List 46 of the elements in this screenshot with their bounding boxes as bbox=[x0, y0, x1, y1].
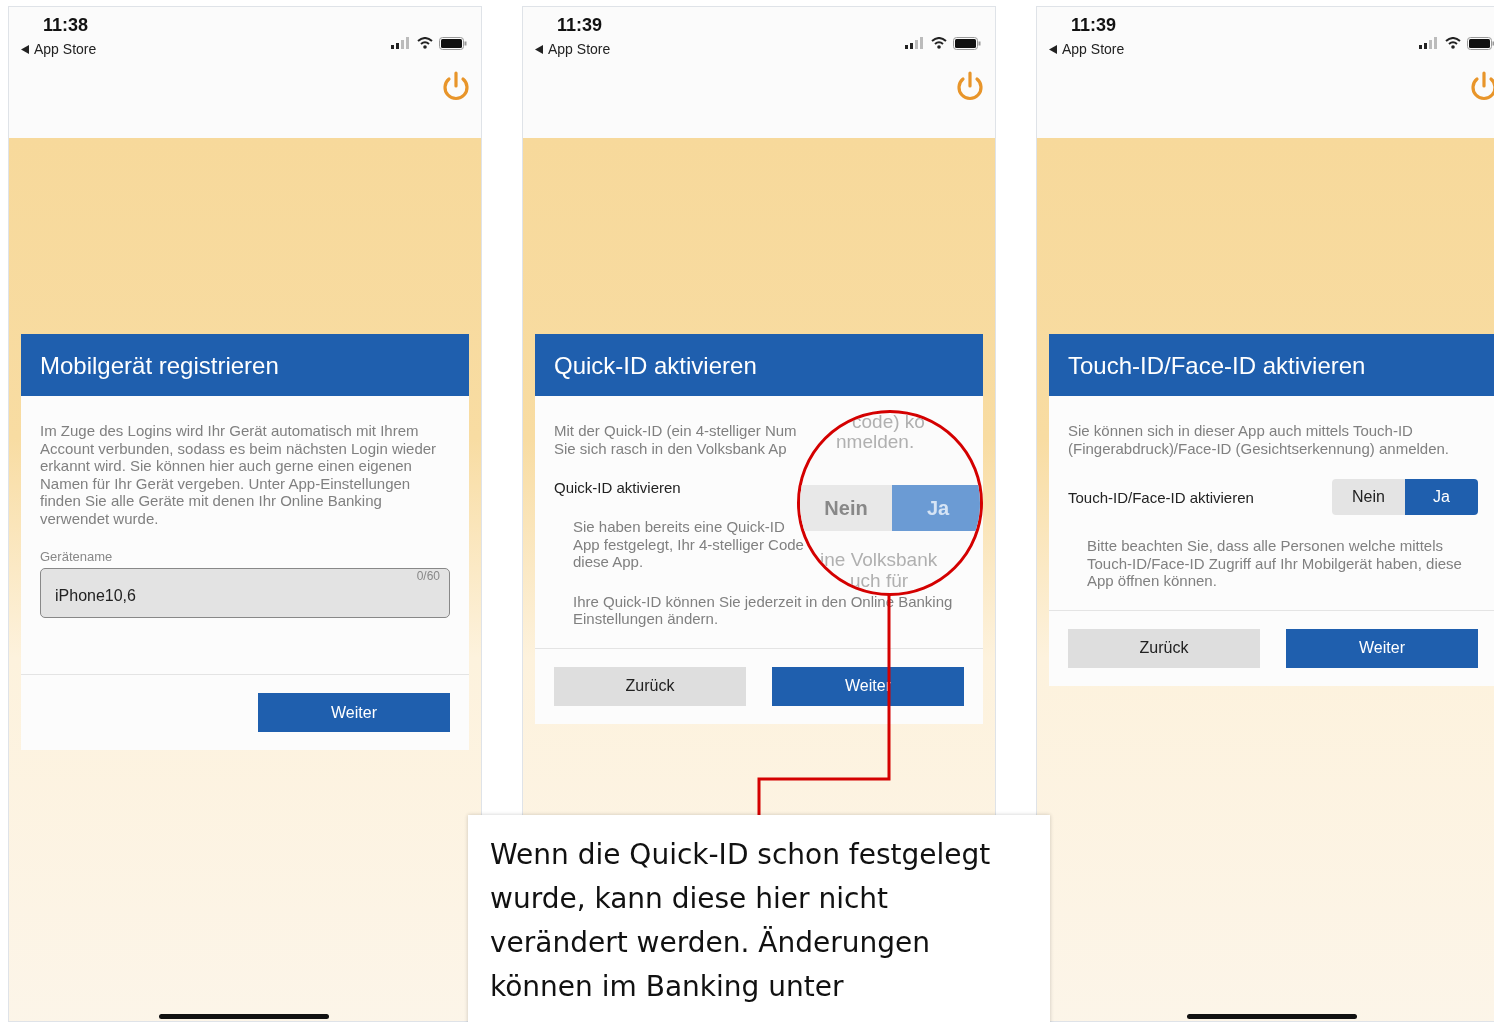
power-icon bbox=[955, 71, 985, 103]
status-time: 11:39 bbox=[557, 15, 604, 36]
callout-text: Wenn die Quick-ID schon festgelegt wurde, kann diese hier nicht verändert werden. Änderungen können im Banking unter bbox=[468, 815, 1050, 1022]
wifi-icon bbox=[417, 37, 433, 49]
character-counter: 0/60 bbox=[416, 569, 440, 583]
power-icon bbox=[1469, 71, 1494, 103]
description-text: Mit der Quick-ID (ein 4-stelliger Num bbox=[554, 422, 797, 440]
note-text: diese App. bbox=[573, 553, 644, 571]
note-text: Sie haben bereits eine Quick-ID bbox=[573, 518, 785, 536]
next-button[interactable]: Weiter bbox=[258, 693, 450, 732]
wifi-icon bbox=[931, 37, 947, 49]
wifi-icon bbox=[1445, 37, 1461, 49]
back-link[interactable]: App Store bbox=[1049, 41, 1125, 57]
signal-icon bbox=[905, 37, 925, 49]
field-label: Gerätename bbox=[40, 549, 114, 564]
back-button[interactable]: Zurück bbox=[1068, 628, 1260, 668]
magnified-text: uch für bbox=[850, 570, 909, 592]
magnified-text: nmelden. bbox=[836, 431, 915, 453]
toggle-option[interactable]: Ja bbox=[1405, 479, 1478, 515]
status-time: 11:38 bbox=[43, 15, 90, 36]
dialog-title: Quick-ID aktivieren bbox=[535, 334, 983, 396]
description-text: Sie sich rasch in den Volksbank Ap bbox=[554, 439, 787, 457]
toggle-option[interactable]: Nein bbox=[1332, 479, 1405, 515]
back-link[interactable]: App Store bbox=[21, 41, 97, 57]
status-time: 11:39 bbox=[1071, 15, 1118, 36]
battery-icon bbox=[439, 36, 467, 50]
signal-icon bbox=[1419, 37, 1439, 49]
note-text: Bitte beachten Sie, dass alle Personen welche mittels Touch-ID/Face-ID Zugriff auf Ihr Mobilgerät haben, diese App öffnen können. bbox=[1086, 537, 1463, 590]
power-icon bbox=[441, 71, 471, 103]
back-arrow-icon bbox=[1049, 44, 1057, 54]
toggle-label: Quick-ID aktivieren bbox=[554, 479, 681, 496]
battery-icon bbox=[1467, 36, 1494, 50]
next-button[interactable]: Weiter bbox=[1286, 628, 1478, 668]
back-arrow-icon bbox=[21, 44, 29, 54]
magnified-text: code) ko bbox=[852, 413, 925, 433]
dialog-title: Touch-ID/Face-ID aktivieren bbox=[1049, 334, 1494, 396]
description-text: Sie können sich in dieser App auch mittels Touch-ID (Fingerabdruck)/Face-ID (Gesichtserkennung) anmelden. bbox=[1068, 422, 1450, 457]
back-arrow-icon bbox=[535, 44, 543, 54]
note-text: App festgelegt, Ihr 4-stelliger Code bbox=[573, 535, 804, 553]
dialog-title: Mobilgerät registrieren bbox=[21, 334, 469, 396]
description-text: Im Zuge des Logins wird Ihr Gerät automatisch mit Ihrem Account verbunden, sodass es beim nächsten Login wieder erkannt wird. Sie können hier auch gerne einen eigenen Namen für Ihr Gerät vergeben. Unter App-Einstellungen finden Sie alle Geräte mit denen Ihr Online Banking verwendet wurde. bbox=[40, 422, 438, 527]
toggle-label: Touch-ID/Face-ID aktivieren bbox=[1068, 488, 1254, 506]
back-button[interactable]: Zurück bbox=[554, 666, 746, 706]
signal-icon bbox=[391, 37, 411, 49]
battery-icon bbox=[953, 36, 981, 50]
back-link[interactable]: App Store bbox=[535, 41, 611, 57]
